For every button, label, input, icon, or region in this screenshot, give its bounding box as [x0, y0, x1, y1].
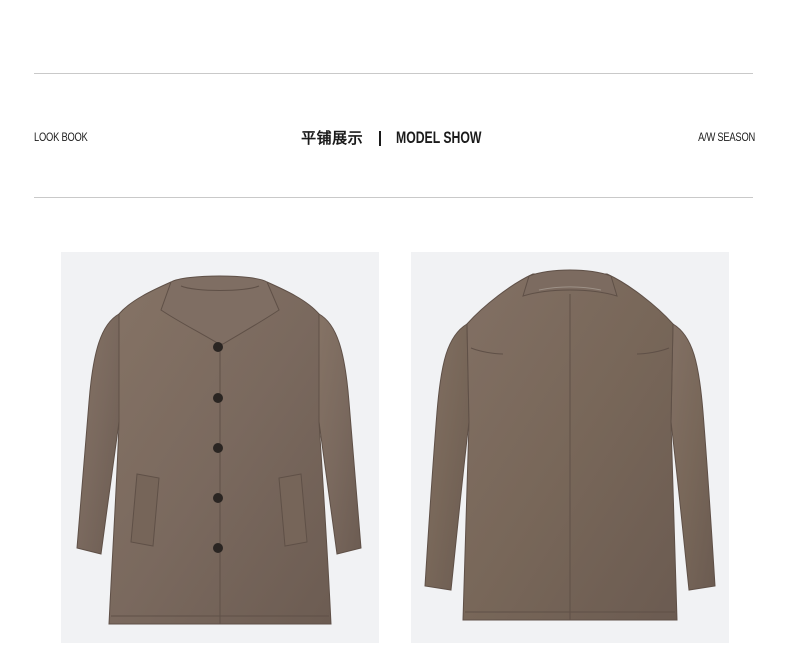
top-divider — [34, 73, 753, 74]
button-2 — [213, 393, 223, 403]
button-1 — [213, 342, 223, 352]
bottom-divider — [34, 197, 753, 198]
title-english: MODEL SHOW — [396, 128, 482, 147]
coat-back-illustration — [424, 269, 716, 621]
coat-front-illustration — [76, 275, 362, 625]
title-chinese: 平铺展示 — [301, 129, 364, 147]
title-separator — [379, 130, 382, 146]
button-3 — [213, 443, 223, 453]
button-5 — [213, 543, 223, 553]
coat-front-image — [61, 252, 379, 643]
coat-back-image — [411, 252, 729, 643]
season-label: A/W SEASON — [698, 130, 755, 144]
button-4 — [213, 493, 223, 503]
section-header: LOOK BOOK 平铺展示 MODEL SHOW A/W SEASON — [0, 124, 790, 152]
section-title: 平铺展示 MODEL SHOW — [0, 124, 790, 152]
